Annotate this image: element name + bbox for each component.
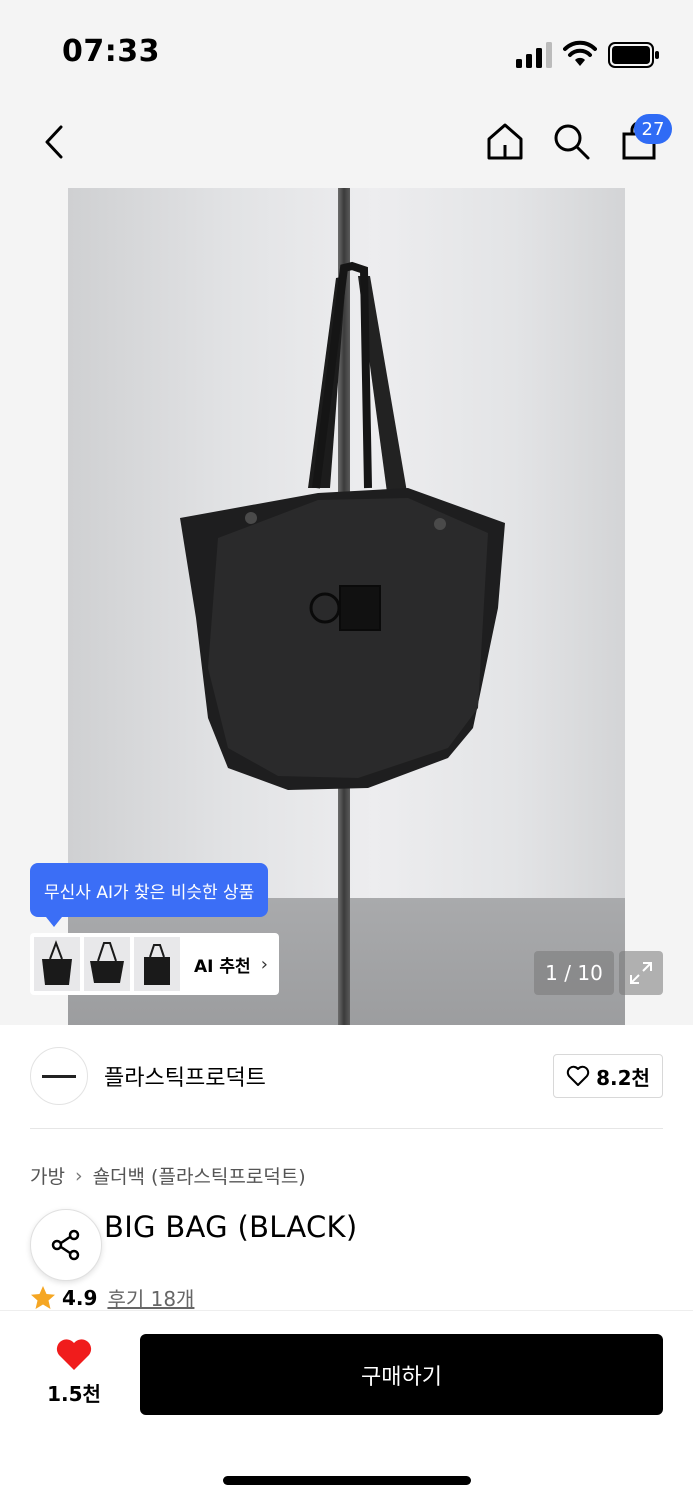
back-icon bbox=[45, 125, 63, 159]
breadcrumb-subcategory[interactable]: 숄더백 (플라스틱프로덕트) bbox=[93, 1162, 306, 1189]
similar-product-thumb[interactable] bbox=[84, 937, 130, 991]
search-icon bbox=[554, 124, 590, 160]
ai-recommend-tooltip[interactable]: 무신사 AI가 찾은 비슷한 상품 bbox=[30, 863, 269, 927]
status-time: 07:33 bbox=[62, 34, 160, 69]
similar-product-thumb[interactable] bbox=[34, 937, 80, 991]
product-gallery[interactable]: 무신사 AI가 찾은 비슷한 상품 AI 추천 › 1 / 10 bbox=[0, 188, 693, 1025]
expand-button[interactable] bbox=[619, 951, 663, 995]
cellular-signal-icon bbox=[516, 42, 552, 68]
share-button[interactable] bbox=[30, 1209, 102, 1281]
status-bar: 07:33 bbox=[0, 0, 693, 100]
brand-logo[interactable] bbox=[30, 1047, 88, 1105]
share-icon bbox=[51, 1229, 80, 1261]
heart-outline-icon bbox=[566, 1065, 590, 1086]
wishlist-count: 1.5천 bbox=[47, 1382, 101, 1406]
star-icon bbox=[31, 1285, 55, 1309]
breadcrumb-category[interactable]: 가방 bbox=[30, 1162, 65, 1189]
ai-recommend-card[interactable]: AI 추천 › bbox=[30, 933, 279, 995]
chevron-right-icon: › bbox=[74, 1164, 83, 1187]
brand-like-button[interactable]: 8.2천 bbox=[553, 1054, 663, 1098]
review-link[interactable]: 후기 18개 bbox=[107, 1283, 194, 1312]
home-button[interactable] bbox=[480, 116, 530, 166]
buy-button[interactable]: 구매하기 bbox=[140, 1334, 663, 1415]
ai-recommend-label: AI 추천 bbox=[194, 956, 251, 977]
search-button[interactable] bbox=[546, 116, 596, 166]
rating-row: 4.9 후기 18개 bbox=[30, 1283, 194, 1312]
divider bbox=[30, 1128, 663, 1129]
top-navigation bbox=[0, 100, 693, 188]
cart-count-badge: 27 bbox=[634, 114, 672, 144]
similar-product-thumb[interactable] bbox=[134, 937, 180, 991]
product-title: BIG BAG (BLACK) bbox=[104, 1210, 358, 1244]
home-indicator bbox=[223, 1476, 471, 1485]
brand-like-count: 8.2천 bbox=[596, 1065, 650, 1090]
image-pager: 1 / 10 bbox=[534, 951, 614, 995]
back-button[interactable] bbox=[30, 118, 78, 166]
wifi-icon bbox=[563, 40, 597, 66]
breadcrumb: 가방 › 숄더백 (플라스틱프로덕트) bbox=[30, 1162, 306, 1189]
battery-icon bbox=[608, 42, 659, 68]
brand-name[interactable]: 플라스틱프로덕트 bbox=[104, 1060, 266, 1092]
rating-score: 4.9 bbox=[62, 1285, 98, 1310]
home-icon bbox=[487, 123, 523, 160]
wishlist-button[interactable]: 1.5천 bbox=[40, 1338, 108, 1408]
heart-icon bbox=[56, 1339, 92, 1370]
chevron-right-icon: › bbox=[260, 953, 268, 975]
expand-icon bbox=[630, 962, 652, 984]
